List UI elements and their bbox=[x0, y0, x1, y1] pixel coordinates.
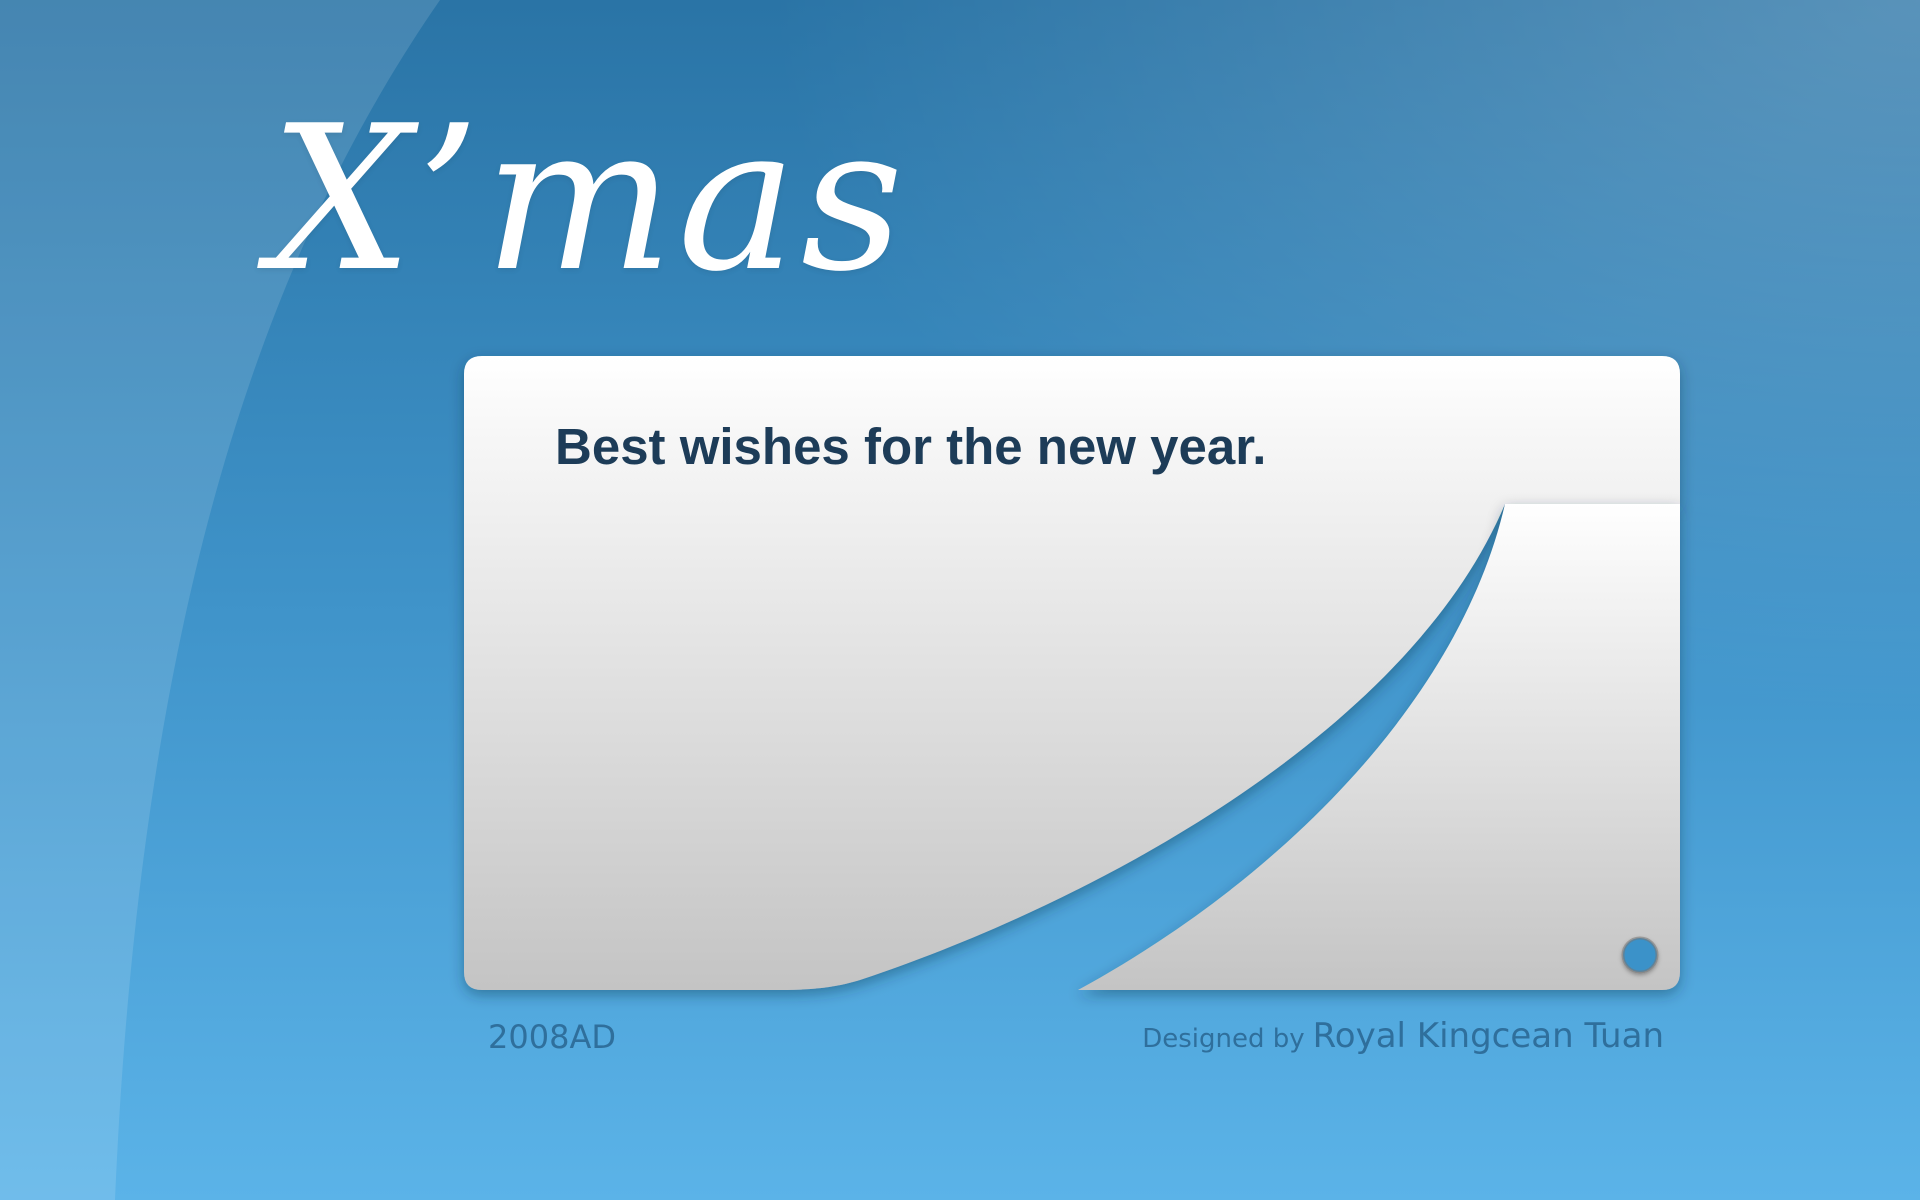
credit-prefix: Designed by bbox=[1142, 1024, 1305, 1054]
greeting-message: Best wishes for the new year. bbox=[555, 418, 1267, 475]
card-hole-icon bbox=[1621, 936, 1659, 974]
wallpaper: X’mas Best wishes for the new year. 2008… bbox=[0, 0, 1920, 1200]
credit-name: Royal Kingcean Tuan bbox=[1312, 1016, 1664, 1056]
wallpaper-title: X’mas bbox=[270, 83, 908, 316]
year-label: 2008AD bbox=[488, 1018, 616, 1056]
designer-credit: Designed by Royal Kingcean Tuan bbox=[1142, 1016, 1664, 1056]
